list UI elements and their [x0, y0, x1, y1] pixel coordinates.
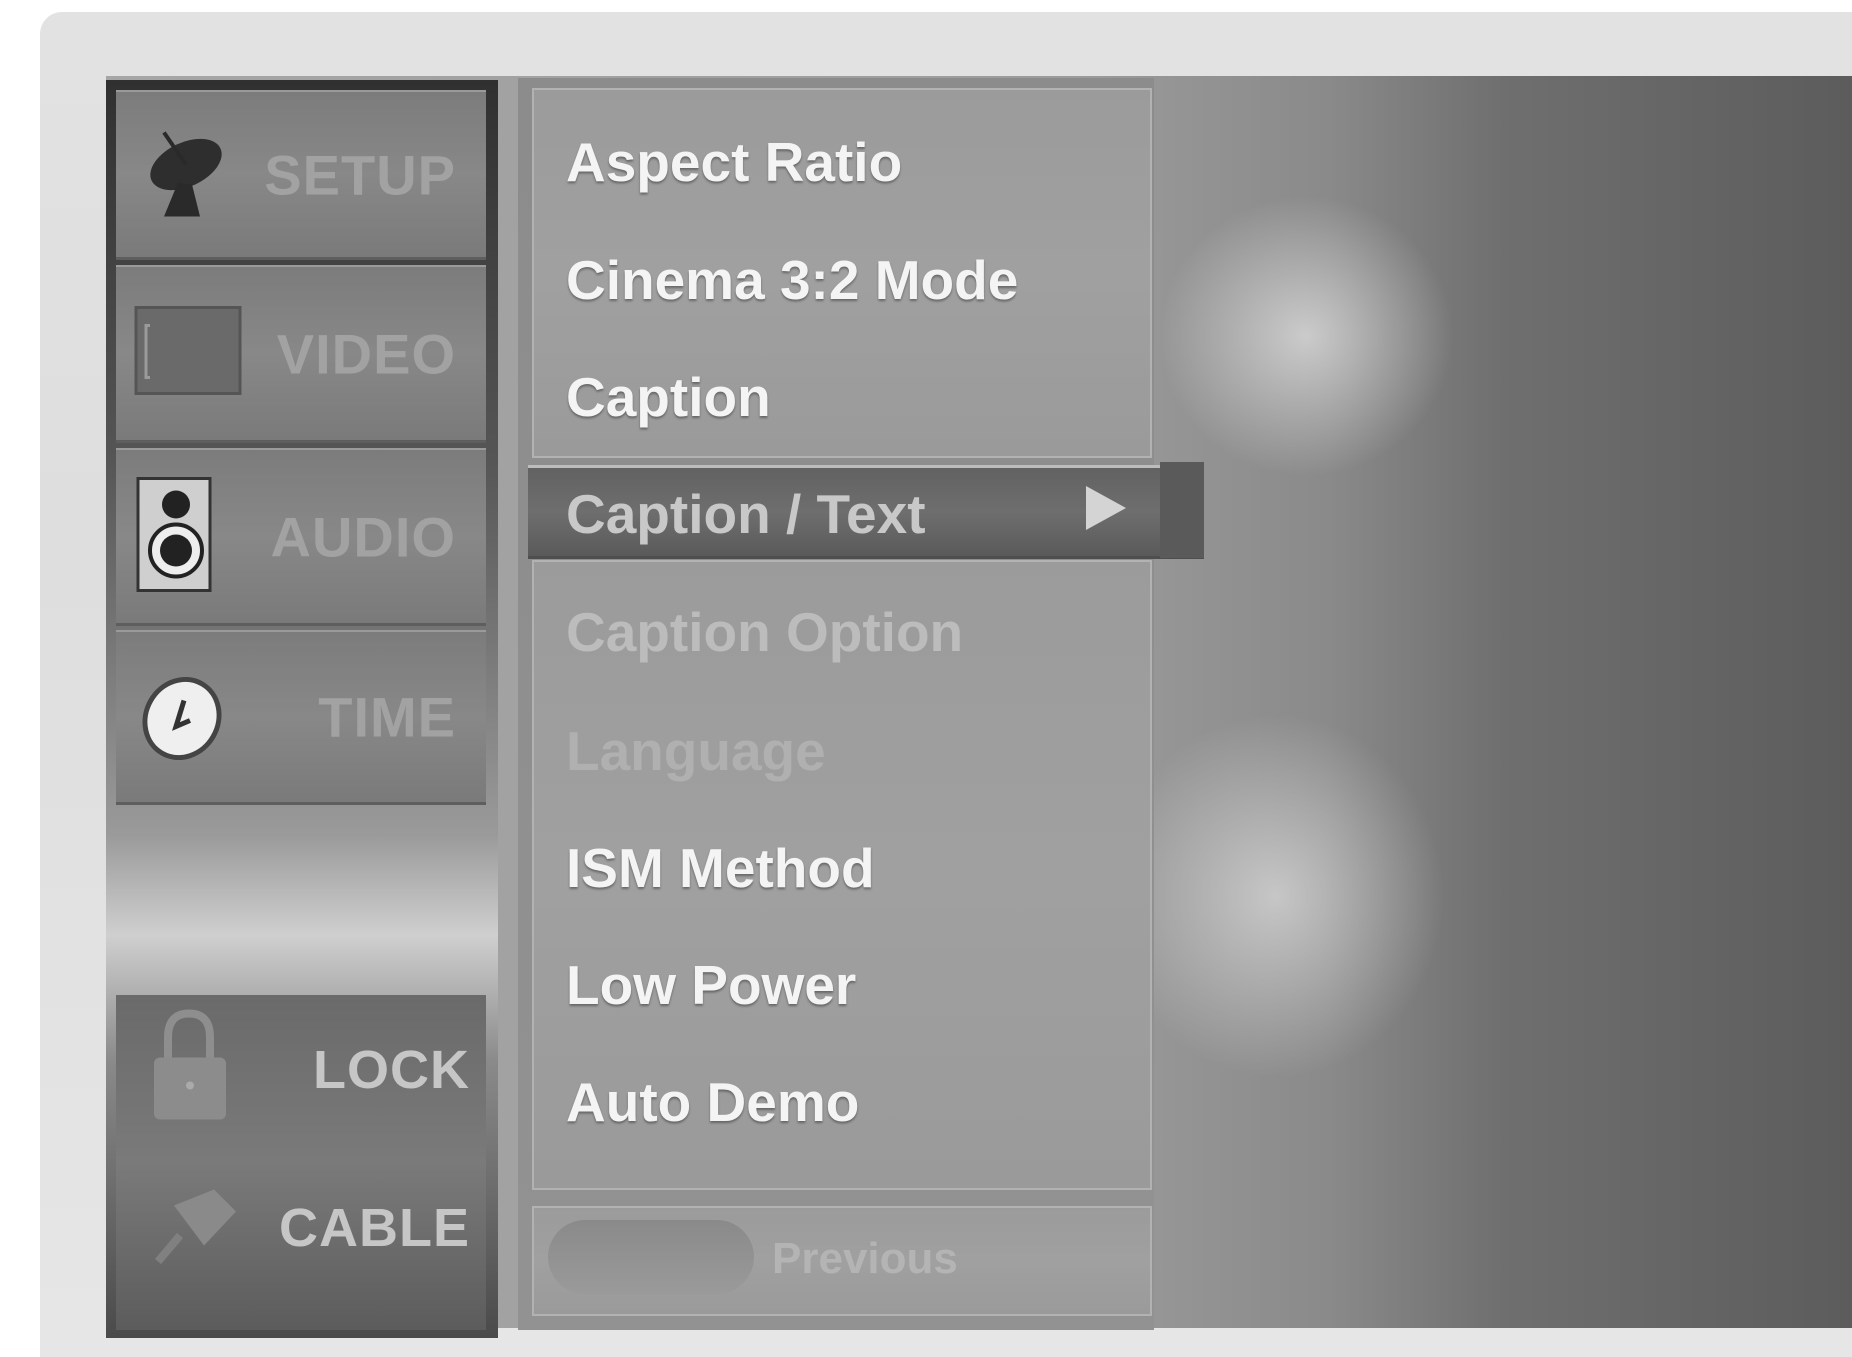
satellite-dish-icon [134, 124, 230, 225]
previous-button[interactable] [548, 1220, 754, 1294]
menu-item-caption-text[interactable]: Caption / Text [566, 474, 926, 554]
previous-label: Previous [772, 1234, 958, 1283]
category-lock[interactable]: LOCK [116, 995, 486, 1145]
menu-item-caption[interactable]: Caption [566, 357, 771, 437]
lower-category-group: LOCK CABLE [116, 995, 486, 1330]
menu-item-language[interactable]: Language [566, 711, 826, 791]
menu-item-caption-option: Caption Option [566, 601, 964, 663]
category-label: SETUP [264, 143, 456, 206]
screen-icon [134, 305, 244, 402]
category-label: VIDEO [276, 322, 456, 385]
category-cable[interactable]: CABLE [116, 1153, 486, 1303]
category-label: AUDIO [270, 505, 456, 568]
category-label: LOCK [313, 1040, 470, 1100]
category-setup[interactable]: SETUP [116, 90, 486, 260]
padlock-icon [144, 1008, 234, 1133]
cable-plug-icon [144, 1176, 244, 1281]
clock-icon [134, 665, 234, 770]
menu-item-cinema-mode[interactable]: Cinema 3:2 Mode [566, 240, 1018, 320]
submenu-arrow-icon [1086, 486, 1126, 530]
speaker-icon [134, 476, 214, 597]
category-label: CABLE [279, 1198, 470, 1258]
category-time[interactable]: TIME [116, 630, 486, 805]
menu-item-low-power[interactable]: Low Power [566, 945, 856, 1025]
submenu-connector [1160, 462, 1204, 558]
menu-item-ism-method[interactable]: ISM Method [566, 828, 875, 908]
category-audio[interactable]: AUDIO [116, 448, 486, 626]
menu-item-aspect-ratio[interactable]: Aspect Ratio [566, 122, 902, 202]
category-label: TIME [318, 685, 456, 749]
menu-item-auto-demo[interactable]: Auto Demo [566, 1062, 859, 1142]
category-video[interactable]: VIDEO [116, 265, 486, 443]
